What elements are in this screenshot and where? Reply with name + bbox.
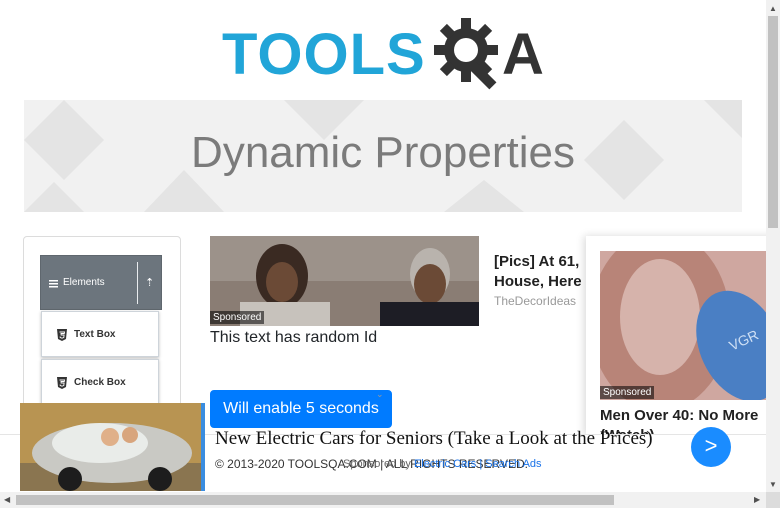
vertical-scroll-thumb[interactable] [768, 16, 778, 228]
scroll-left-icon[interactable]: ◀ [4, 495, 10, 504]
horizontal-scroll-thumb[interactable] [16, 495, 614, 505]
ad-image-car[interactable] [20, 403, 203, 491]
ad-title[interactable]: [Pics] At 61, House, Here [494, 252, 594, 292]
ad-accent-bar [201, 403, 205, 491]
sidebar-item-label: Check Box [74, 377, 126, 388]
bottom-ad-title[interactable]: New Electric Cars for Seniors (Take a Lo… [215, 428, 653, 450]
horizontal-scrollbar[interactable]: ◀ ▶ [0, 492, 766, 508]
page-banner: Dynamic Properties [24, 100, 742, 212]
enable-after-button[interactable]: Will enable 5 seconds [210, 390, 392, 428]
ad-popup[interactable]: VGR Sponsored Men Over 40: No More (Watc… [586, 236, 780, 436]
toolsqa-logo[interactable]: TOOLS A [222, 14, 548, 94]
scroll-down-icon[interactable]: ▼ [769, 480, 777, 489]
sidebar-group-label: Elements [63, 277, 105, 288]
next-ad-button[interactable]: > [691, 427, 731, 467]
sponsored-tag: Sponsored [600, 386, 655, 399]
html5-icon [57, 329, 67, 341]
collapse-icon[interactable]: ⇡ [145, 276, 154, 289]
sponsored-by-brand[interactable]: Electric Cars | Search Ads [414, 458, 542, 470]
vertical-scrollbar[interactable]: ▲ ▼ [766, 0, 780, 508]
scrollbar-corner [766, 492, 780, 508]
ad-source[interactable]: TheDecorIdeas [494, 294, 576, 308]
logo-word: TOOLS [222, 22, 426, 87]
scroll-right-icon[interactable]: ▶ [754, 495, 760, 504]
gear-icon [434, 18, 498, 90]
sidebar-item-label: Text Box [74, 329, 116, 340]
ad-image-pill: VGR Sponsored [600, 251, 776, 400]
html5-icon [57, 377, 67, 389]
ad-photo [20, 403, 203, 491]
random-id-text: This text has random Id [210, 329, 378, 346]
ad-photo: VGR [600, 251, 776, 400]
sponsored-by-prefix: Sponsored by [343, 458, 411, 470]
menu-icon [49, 280, 58, 288]
page-title: Dynamic Properties [191, 128, 575, 177]
ad-image-couple[interactable]: Sponsored [210, 236, 479, 326]
sponsored-tag: Sponsored [210, 311, 265, 324]
sidebar-group-elements[interactable]: Elements ⇡ [40, 255, 162, 310]
scroll-up-icon[interactable]: ▲ [769, 4, 777, 13]
sidebar-item-check-box[interactable]: Check Box [41, 359, 159, 405]
sidebar-item-text-box[interactable]: Text Box [41, 311, 159, 357]
chevron-down-icon[interactable]: ⌄ [376, 389, 384, 400]
logo-letter: A [502, 22, 544, 87]
sponsored-by[interactable]: Sponsored by Electric Cars | Search Ads [343, 458, 542, 470]
header-divider [137, 262, 138, 304]
